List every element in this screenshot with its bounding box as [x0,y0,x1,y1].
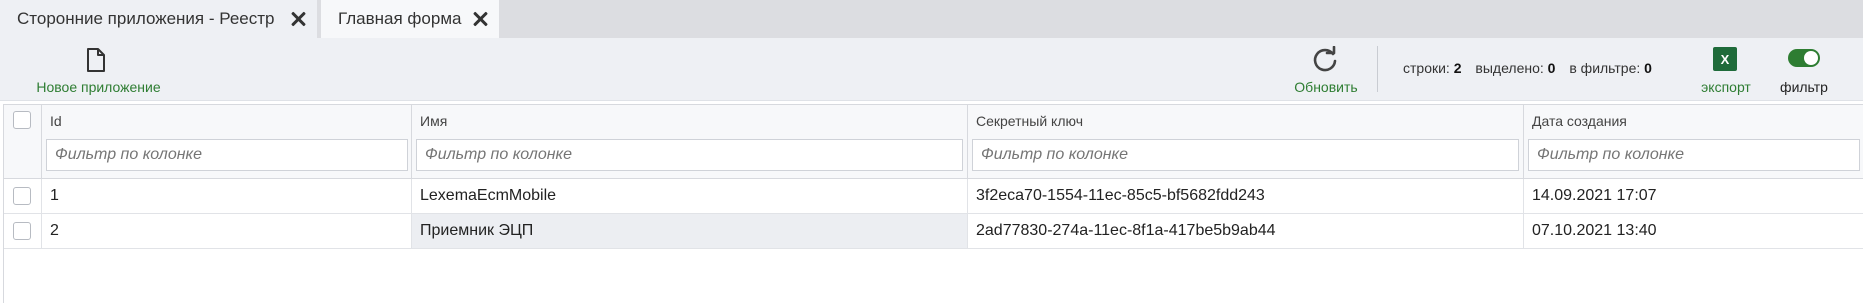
tab-label: Главная форма [338,9,462,28]
cell-name: LexemaEcmMobile [412,179,968,213]
document-icon [87,48,105,72]
cell-id: 2 [42,214,412,248]
tab-main-form[interactable]: Главная форма [321,0,499,38]
column-secret-key: Секретный ключ [968,105,1524,179]
column-header-name[interactable]: Имя [420,113,447,129]
export-label: экспорт [1701,79,1751,95]
filter-input-secret-key[interactable] [972,139,1519,171]
grid-header: Id Имя Секретный ключ Дата создания [4,105,1863,179]
column-header-created-date[interactable]: Дата создания [1532,113,1627,129]
tab-label: Сторонние приложения - Реестр [17,9,275,28]
filter-toggle-switch[interactable] [1788,49,1820,67]
rows-count: 2 [1453,60,1462,76]
filter-input-name[interactable] [416,139,963,171]
select-all-checkbox[interactable] [13,111,31,129]
toolbar-divider [1377,46,1378,92]
table-row[interactable]: 2 Приемник ЭЦП 2ad77830-274a-11ec-8f1a-4… [4,214,1863,249]
row-checkbox[interactable] [13,187,31,205]
close-icon[interactable] [289,10,307,28]
filtered-label: в фильтре: [1569,60,1641,76]
column-name: Имя [412,105,968,179]
column-header-secret-key[interactable]: Секретный ключ [976,113,1083,129]
cell-secret-key: 2ad77830-274a-11ec-8f1a-417be5b9ab44 [968,214,1524,248]
column-id: Id [42,105,412,179]
excel-icon: X [1713,47,1737,71]
filter-input-id[interactable] [46,139,408,171]
new-app-button[interactable]: Новое приложение [30,38,167,101]
selected-count: 0 [1547,60,1556,76]
filter-label: фильтр [1780,79,1828,95]
column-header-id[interactable]: Id [50,113,62,129]
cell-created-date: 07.10.2021 13:40 [1532,222,1657,239]
cell-secret-key: 3f2eca70-1554-11ec-85c5-bf5682fdd243 [968,179,1524,213]
cell-id: 1 [42,179,412,213]
close-icon[interactable] [471,10,489,28]
column-created-date: Дата создания [1524,105,1863,179]
row-checkbox[interactable] [13,222,31,240]
tab-bar: Сторонние приложения - Реестр Главная фо… [0,0,1863,38]
data-grid: Id Имя Секретный ключ Дата создания 1 Le… [3,104,1863,303]
new-app-label: Новое приложение [36,79,161,95]
table-row[interactable]: 1 LexemaEcmMobile 3f2eca70-1554-11ec-85c… [4,179,1863,214]
filter-input-created-date[interactable] [1528,139,1860,171]
tab-registry[interactable]: Сторонние приложения - Реестр [0,0,317,38]
filtered-count: 0 [1644,60,1652,76]
cell-name: Приемник ЭЦП [412,214,968,248]
refresh-button[interactable]: Обновить [1290,38,1362,101]
toggle-knob [1804,51,1818,65]
export-button[interactable]: X экспорт [1696,38,1756,101]
refresh-icon [1313,46,1337,72]
selected-label: выделено: [1475,60,1544,76]
row-select-cell [4,179,42,213]
select-all-column [4,105,42,179]
row-select-cell [4,214,42,248]
cell-created-date: 14.09.2021 17:07 [1532,187,1657,204]
filter-toggle-button[interactable]: фильтр [1776,38,1832,101]
rows-label: строки: [1403,60,1450,76]
grid-stats: строки: 2 выделено: 0 в фильтре: 0 [1403,60,1662,76]
toolbar: Новое приложение Обновить строки: 2 выде… [0,38,1863,101]
refresh-label: Обновить [1294,79,1358,95]
